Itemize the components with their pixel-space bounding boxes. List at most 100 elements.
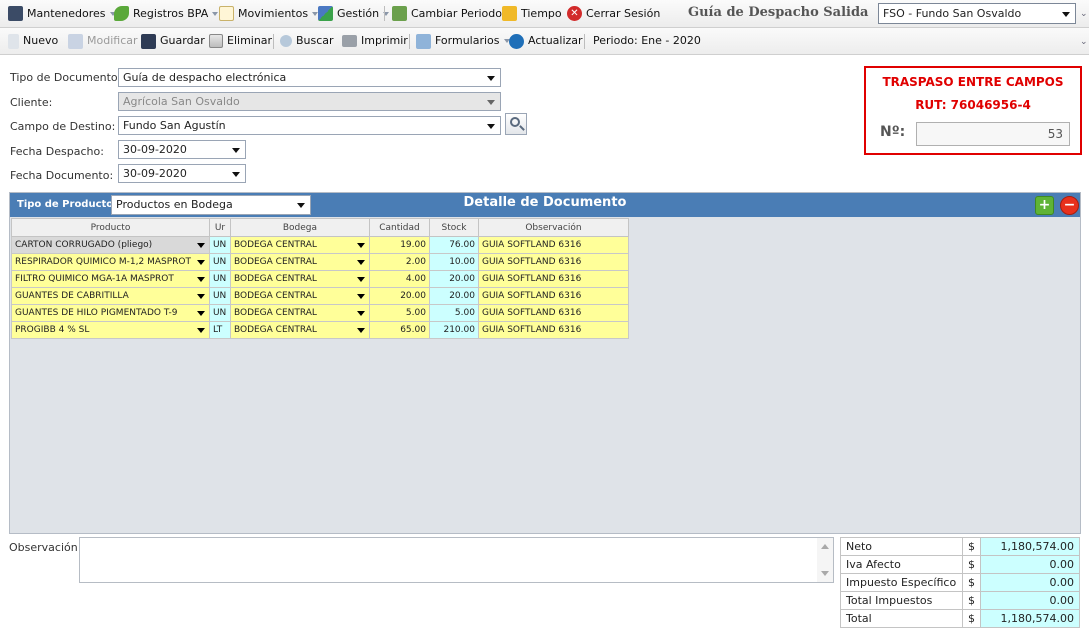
- observacion-cell[interactable]: GUIA SOFTLAND 6316: [477, 287, 629, 305]
- totals-label: Iva Afecto: [840, 555, 963, 574]
- stock-cell: 76.00: [428, 236, 479, 254]
- currency-symbol: $: [962, 537, 981, 556]
- totals-row: Iva Afecto $ 0.00: [840, 555, 1080, 574]
- producto-cell[interactable]: PROGIBB 4 % SL: [11, 321, 210, 339]
- bodega-cell[interactable]: BODEGA CENTRAL: [229, 321, 370, 339]
- producto-cell[interactable]: RESPIRADOR QUIMICO M-1,2 MASPROT: [11, 253, 210, 271]
- cerrar-sesion-button[interactable]: ✕ Cerrar Sesión: [567, 0, 660, 27]
- bodega-cell[interactable]: BODEGA CENTRAL: [229, 236, 370, 254]
- observacion-scrollbar[interactable]: [817, 538, 833, 582]
- toolbar-separator: [273, 34, 274, 49]
- nuevo-button[interactable]: Nuevo: [8, 28, 58, 54]
- detalle-panel: Tipo de Producto: Productos en Bodega De…: [9, 192, 1081, 534]
- leaf-icon: [114, 6, 129, 21]
- chevron-down-icon: [232, 148, 240, 153]
- scroll-down-icon[interactable]: [821, 571, 829, 576]
- page-title: Guía de Despacho Salida: [688, 5, 869, 20]
- unidad-cell: LT: [208, 321, 231, 339]
- bodega-cell[interactable]: BODEGA CENTRAL: [229, 253, 370, 271]
- collapse-toolbar-icon[interactable]: ⌄: [1080, 37, 1088, 47]
- search-campo-button[interactable]: [505, 113, 527, 135]
- close-circle-icon: ✕: [567, 6, 582, 21]
- cantidad-cell[interactable]: 5.00: [368, 304, 430, 322]
- producto-cell[interactable]: GUANTES DE CABRITILLA: [11, 287, 210, 305]
- company-select[interactable]: FSO - Fundo San Osvaldo: [878, 3, 1076, 24]
- observacion-label: Observación:: [9, 541, 82, 554]
- cantidad-cell[interactable]: 20.00: [368, 287, 430, 305]
- totals-value: 0.00: [980, 591, 1080, 610]
- cantidad-cell[interactable]: 2.00: [368, 253, 430, 271]
- totals-label: Neto: [840, 537, 963, 556]
- producto-cell[interactable]: GUANTES DE HILO PIGMENTADO T-9: [11, 304, 210, 322]
- imprimir-button[interactable]: Imprimir: [342, 28, 408, 54]
- table-row: PROGIBB 4 % SL LT BODEGA CENTRAL 65.00 2…: [11, 321, 629, 339]
- cantidad-cell[interactable]: 4.00: [368, 270, 430, 288]
- actualizar-button[interactable]: Actualizar: [509, 28, 583, 54]
- tiempo-button[interactable]: Tiempo: [502, 0, 562, 27]
- fecha-documento-label: Fecha Documento:: [10, 169, 114, 182]
- menu-gestion[interactable]: Gestión: [318, 0, 390, 27]
- remove-icon: −: [1063, 197, 1076, 213]
- formularios-button[interactable]: Formularios: [416, 28, 510, 54]
- currency-symbol: $: [962, 573, 981, 592]
- eliminar-button[interactable]: Eliminar: [209, 28, 272, 54]
- cantidad-cell[interactable]: 19.00: [368, 236, 430, 254]
- column-header-producto[interactable]: Producto: [11, 218, 210, 237]
- remove-row-button[interactable]: −: [1060, 196, 1079, 215]
- observacion-cell[interactable]: GUIA SOFTLAND 6316: [477, 321, 629, 339]
- chevron-down-icon: [356, 243, 365, 248]
- cambiar-periodo-button[interactable]: Cambiar Periodo: [392, 0, 502, 27]
- totals-row: Total $ 1,180,574.00: [840, 609, 1080, 628]
- guardar-button[interactable]: Guardar: [141, 28, 205, 54]
- modificar-button[interactable]: Modificar: [68, 28, 138, 54]
- observacion-cell[interactable]: GUIA SOFTLAND 6316: [477, 236, 629, 254]
- add-row-button[interactable]: +: [1035, 196, 1054, 215]
- menu-registros-bpa[interactable]: Registros BPA: [114, 0, 219, 27]
- document-icon: [219, 6, 234, 21]
- observacion-cell[interactable]: GUIA SOFTLAND 6316: [477, 270, 629, 288]
- table-row: FILTRO QUIMICO MGA-1A MASPROT UN BODEGA …: [11, 270, 629, 288]
- scroll-up-icon[interactable]: [821, 544, 829, 549]
- observacion-cell[interactable]: GUIA SOFTLAND 6316: [477, 253, 629, 271]
- observacion-cell[interactable]: GUIA SOFTLAND 6316: [477, 304, 629, 322]
- menu-movimientos[interactable]: Movimientos: [219, 0, 319, 27]
- producto-cell[interactable]: FILTRO QUIMICO MGA-1A MASPROT: [11, 270, 210, 288]
- producto-cell[interactable]: CARTON CORRUGADO (pliego): [11, 236, 210, 254]
- totals-label: Total: [840, 609, 963, 628]
- bodega-cell[interactable]: BODEGA CENTRAL: [229, 304, 370, 322]
- folder-icon: [502, 6, 517, 21]
- traspaso-box: TRASPASO ENTRE CAMPOS RUT: 76046956-4 Nº…: [864, 66, 1082, 155]
- collapse-toolbar-icon[interactable]: ⌄: [1080, 9, 1088, 19]
- column-header-unidad[interactable]: Ur: [208, 218, 231, 237]
- tipo-documento-label: Tipo de Documento:: [10, 71, 122, 84]
- bodega-cell[interactable]: BODEGA CENTRAL: [229, 270, 370, 288]
- numero-field[interactable]: 53: [916, 122, 1070, 146]
- menu-mantenedores[interactable]: Mantenedores: [8, 0, 116, 27]
- fecha-despacho-select[interactable]: 30-09-2020: [118, 140, 246, 159]
- buscar-button[interactable]: Buscar: [280, 28, 334, 54]
- campo-destino-select[interactable]: Fundo San Agustín: [118, 116, 501, 135]
- column-header-bodega[interactable]: Bodega: [229, 218, 370, 237]
- column-header-cantidad[interactable]: Cantidad: [368, 218, 430, 237]
- column-header-stock[interactable]: Stock: [428, 218, 479, 237]
- toolbar-separator: [409, 34, 410, 49]
- printer-icon: [342, 35, 357, 47]
- refresh-calendar-icon: [392, 6, 407, 21]
- action-toolbar: Nuevo Modificar Guardar Eliminar Buscar …: [0, 28, 1089, 55]
- toolbar-separator: [384, 6, 385, 21]
- unidad-cell: UN: [208, 287, 231, 305]
- column-header-observacion[interactable]: Observación: [477, 218, 629, 237]
- add-icon: +: [1038, 197, 1051, 213]
- tipo-documento-select[interactable]: Guía de despacho electrónica: [118, 68, 501, 87]
- table-header-row: Producto Ur Bodega Cantidad Stock Observ…: [11, 218, 629, 237]
- cliente-select[interactable]: Agrícola San Osvaldo: [118, 92, 501, 111]
- chevron-down-icon: [356, 260, 365, 265]
- search-icon: [280, 35, 292, 47]
- unidad-cell: UN: [208, 270, 231, 288]
- observacion-textarea[interactable]: [79, 537, 834, 583]
- main-menu-bar: Mantenedores Registros BPA Movimientos G…: [0, 0, 1089, 28]
- cantidad-cell[interactable]: 65.00: [368, 321, 430, 339]
- bodega-cell[interactable]: BODEGA CENTRAL: [229, 287, 370, 305]
- table-row: GUANTES DE CABRITILLA UN BODEGA CENTRAL …: [11, 287, 629, 305]
- fecha-documento-select[interactable]: 30-09-2020: [118, 164, 246, 183]
